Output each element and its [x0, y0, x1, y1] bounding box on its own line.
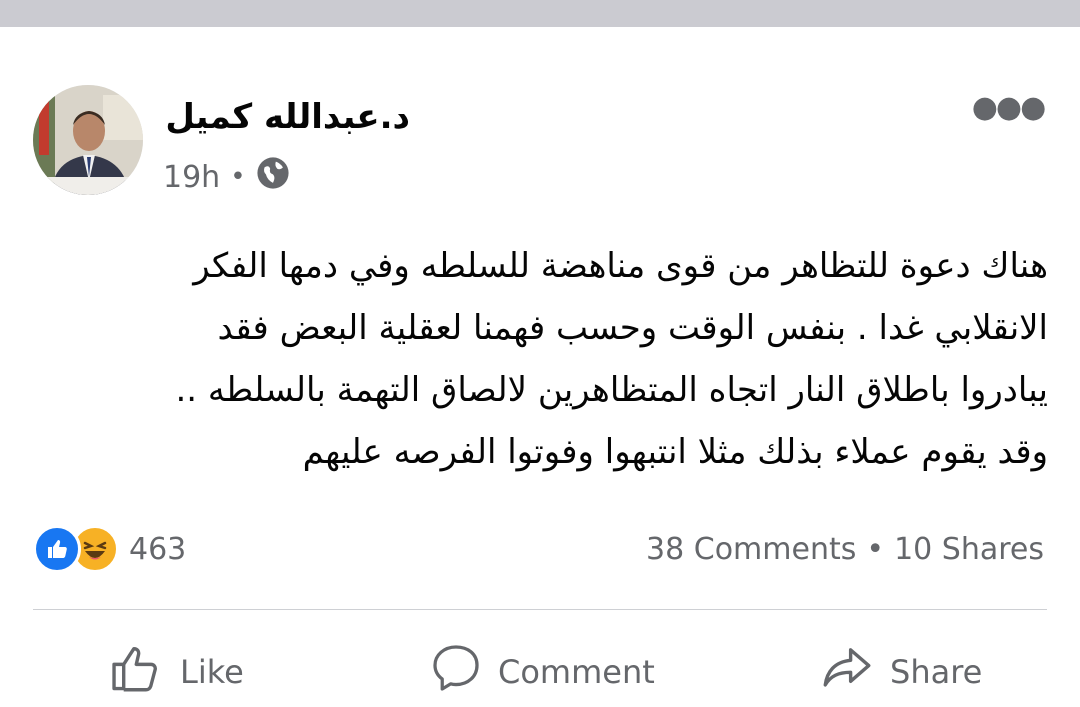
comment-bubble-icon: [428, 640, 484, 704]
post-text-line: يبادروا باطلاق النار اتجاه المتظاهرين لا…: [175, 370, 1049, 410]
comment-button[interactable]: Comment: [428, 639, 655, 705]
shares-count-link[interactable]: 10 Shares: [894, 532, 1044, 567]
action-divider: [33, 609, 1047, 610]
like-reaction-icon: [33, 525, 81, 573]
author-name[interactable]: د.عبدالله كميل: [160, 87, 410, 147]
share-arrow-icon: [818, 639, 876, 705]
author-avatar[interactable]: [33, 85, 143, 195]
post-meta: 19h •: [163, 155, 290, 199]
comments-count-link[interactable]: 38 Comments: [646, 532, 856, 567]
post-timestamp[interactable]: 19h: [163, 160, 220, 195]
reactions-summary[interactable]: 463: [33, 525, 186, 573]
like-label: Like: [180, 653, 244, 691]
post-stats: 38 Comments • 10 Shares: [646, 525, 1044, 573]
comment-label: Comment: [498, 653, 655, 691]
more-options-icon[interactable]: ●●●: [972, 87, 1047, 127]
post-text: هناك دعوة للتظاهر من قوى مناهضة للسلطه و…: [48, 235, 1049, 483]
like-button[interactable]: Like: [108, 639, 244, 705]
share-button[interactable]: Share: [818, 639, 982, 705]
post-text-line: وقد يقوم عملاء بذلك مثلا انتبهوا وفوتوا …: [302, 432, 1048, 472]
thumbs-up-icon: [108, 639, 166, 705]
post-text-line: هناك دعوة للتظاهر من قوى مناهضة للسلطه و…: [193, 246, 1048, 286]
meta-separator: •: [230, 162, 246, 192]
post-text-line: الانقلابي غدا . بنفس الوقت وحسب فهمنا لع…: [217, 308, 1049, 348]
globe-icon: [256, 156, 290, 198]
share-label: Share: [890, 653, 983, 691]
reaction-count: 463: [129, 531, 187, 567]
stats-separator: •: [866, 531, 885, 567]
avatar-photo: [33, 85, 143, 195]
post-card: د.عبدالله كميل 19h • ●●● هناك دعوة للتظا…: [0, 27, 1080, 707]
